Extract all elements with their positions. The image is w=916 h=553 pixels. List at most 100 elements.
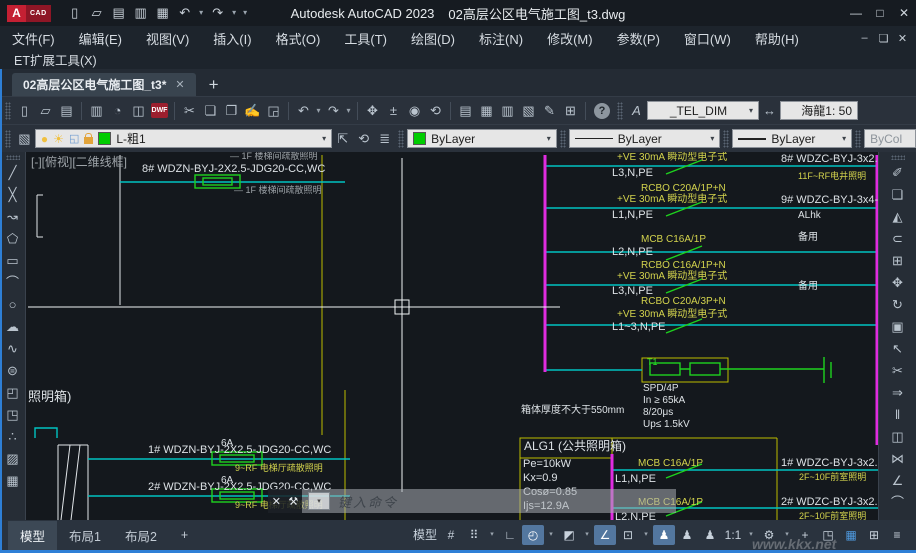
polar-tracking-toggle[interactable]: ◴ (522, 525, 544, 545)
annotation-scale-button[interactable]: ♟ (699, 525, 721, 545)
layer-previous-button[interactable]: ⟲ (353, 128, 374, 150)
layer-thaw-sun-icon[interactable]: ☀ (53, 132, 64, 146)
draw-toolbar-grip[interactable] (6, 155, 20, 160)
region-tool[interactable]: ▦ (0, 470, 25, 492)
new-file-button[interactable]: ▯ (65, 2, 85, 24)
rotate-tool[interactable]: ↻ (879, 294, 916, 316)
lineweight-combobox[interactable]: ByLayer ▾ (732, 129, 852, 148)
hatch-tool[interactable]: ▨ (0, 448, 25, 470)
undo-caret[interactable]: ▾ (197, 2, 206, 24)
point-tool[interactable]: ∴ (0, 426, 25, 448)
modify-toolbar-grip[interactable] (891, 155, 905, 160)
menu-item[interactable]: 绘图(D) (399, 29, 467, 48)
break-tool[interactable]: ◫ (879, 426, 916, 448)
make-layer-current-button[interactable]: ⇱ (332, 128, 353, 150)
command-line-bar[interactable]: ▾ 键入命令 (302, 489, 676, 513)
styles-toolbar-grip[interactable] (617, 102, 623, 120)
open-button[interactable]: ▱ (35, 100, 56, 122)
menu-item[interactable]: 修改(M) (535, 29, 605, 48)
snap-mode-toggle[interactable]: ⠿ (463, 525, 485, 545)
layout2-tab[interactable]: 布局2 (113, 521, 169, 550)
make-block-tool[interactable]: ◳ (0, 404, 25, 426)
scale-tool[interactable]: ▣ (879, 316, 916, 338)
join-tool[interactable]: ⋈ (879, 448, 916, 470)
qnew-button[interactable]: ▯ (14, 100, 35, 122)
move-tool[interactable]: ✥ (879, 272, 916, 294)
grid-display-toggle[interactable]: # (440, 525, 462, 545)
quickcalc-button[interactable]: ⊞ (560, 100, 581, 122)
layer-combobox[interactable]: ● ☀ ◱ L-粗1 ▾ (35, 129, 332, 148)
undo-button[interactable]: ↶ (293, 100, 314, 122)
insert-block-tool[interactable]: ◰ (0, 382, 25, 404)
revision-cloud-tool[interactable]: ☁ (0, 316, 25, 338)
redo-button[interactable]: ↷ (208, 2, 228, 24)
mirror-tool[interactable]: ◭ (879, 206, 916, 228)
new-layout-button[interactable]: + (169, 523, 200, 547)
fillet-tool[interactable]: ⌒ (879, 492, 916, 514)
redo-button[interactable]: ↷ (323, 100, 344, 122)
chevron-down-icon[interactable]: ▾ (322, 134, 326, 143)
properties-toolbar-grip[interactable] (398, 130, 404, 148)
help-button[interactable]: ? (594, 103, 610, 119)
document-tab[interactable]: 02高层公区电气施工图_t3* ✕ (12, 73, 196, 96)
linetype-combobox[interactable]: ByLayer ▾ (569, 129, 721, 148)
menu-item-et-tools[interactable]: ET扩展工具(X) (0, 50, 111, 69)
clean-screen-button[interactable]: ⊞ (863, 525, 885, 545)
recent-commands-button[interactable]: ▾ (308, 492, 330, 510)
layout1-tab[interactable]: 布局1 (57, 521, 113, 550)
copy-clip-button[interactable]: ❏ (200, 100, 221, 122)
model-tab[interactable]: 模型 (8, 521, 57, 550)
menu-item[interactable]: 参数(P) (605, 29, 672, 48)
offset-tool[interactable]: ⊂ (879, 228, 916, 250)
zoom-window-button[interactable]: ◉ (404, 100, 425, 122)
ellipse-tool[interactable]: ⊜ (0, 360, 25, 382)
doc-restore-button[interactable]: ❏ (874, 32, 893, 45)
paste-button[interactable]: ❐ (221, 100, 242, 122)
menu-item[interactable]: 格式(O) (264, 29, 333, 48)
snap-caret[interactable]: ▾ (486, 525, 498, 545)
stretch-tool[interactable]: ↖ (879, 338, 916, 360)
close-button[interactable]: ✕ (892, 6, 916, 20)
dim-style-icon[interactable]: ↔ (759, 100, 780, 122)
zoom-previous-button[interactable]: ⟲ (425, 100, 446, 122)
plot-button[interactable]: ▥ (86, 100, 107, 122)
line-tool[interactable]: ╱ (0, 162, 25, 184)
polar-caret[interactable]: ▾ (545, 525, 557, 545)
menu-item[interactable]: 窗口(W) (672, 29, 743, 48)
menu-item[interactable]: 编辑(E) (67, 29, 134, 48)
color-combobox[interactable]: ByLayer ▾ (407, 129, 557, 148)
arc-tool[interactable]: ⌒ (0, 272, 25, 294)
erase-tool[interactable]: ✐ (879, 162, 916, 184)
viewport-control-label[interactable]: [-][俯视][二维线框] (31, 156, 127, 169)
object-snap-tracking-toggle[interactable]: ∠ (594, 525, 616, 545)
autocad-logo[interactable]: A CAD (7, 5, 51, 22)
doc-close-button[interactable]: ✕ (893, 32, 912, 45)
polyline-tool[interactable]: ↝ (0, 206, 25, 228)
layer-states-button[interactable]: ≣ (374, 128, 395, 150)
rectangle-tool[interactable]: ▭ (0, 250, 25, 272)
match-properties-button[interactable]: ✍ (242, 100, 263, 122)
object-snap-toggle[interactable]: ⊡ (617, 525, 639, 545)
maximize-button[interactable]: □ (868, 6, 892, 20)
object-snap-caret[interactable]: ▾ (640, 525, 652, 545)
minimize-button[interactable]: — (844, 6, 868, 20)
layer-toolbar-grip[interactable] (5, 130, 11, 148)
command-prompt[interactable]: 键入命令 (338, 492, 398, 511)
plot-preview-button[interactable]: ◔ (107, 100, 128, 122)
qat-customize-caret[interactable]: ▾ (241, 2, 250, 24)
array-tool[interactable]: ⊞ (879, 250, 916, 272)
scale-style-combobox[interactable]: 海龍1: 50 (780, 101, 858, 120)
text-style-icon[interactable]: A (626, 100, 647, 122)
tab-close-icon[interactable]: ✕ (175, 78, 184, 91)
redo-caret[interactable]: ▾ (344, 100, 353, 122)
chevron-down-icon[interactable]: ▾ (749, 106, 753, 115)
layer-on-bulb-icon[interactable]: ● (41, 132, 48, 146)
menu-item[interactable]: 工具(T) (332, 29, 399, 48)
new-drawing-tab-button[interactable]: + (196, 73, 232, 96)
markup-button[interactable]: ✎ (539, 100, 560, 122)
undo-button[interactable]: ↶ (175, 2, 195, 24)
annotation-visibility-toggle[interactable]: ♟ (653, 525, 675, 545)
chevron-down-icon[interactable]: ▾ (842, 134, 846, 143)
pan-button[interactable]: ✥ (362, 100, 383, 122)
ortho-toggle[interactable]: ∟ (499, 525, 521, 545)
